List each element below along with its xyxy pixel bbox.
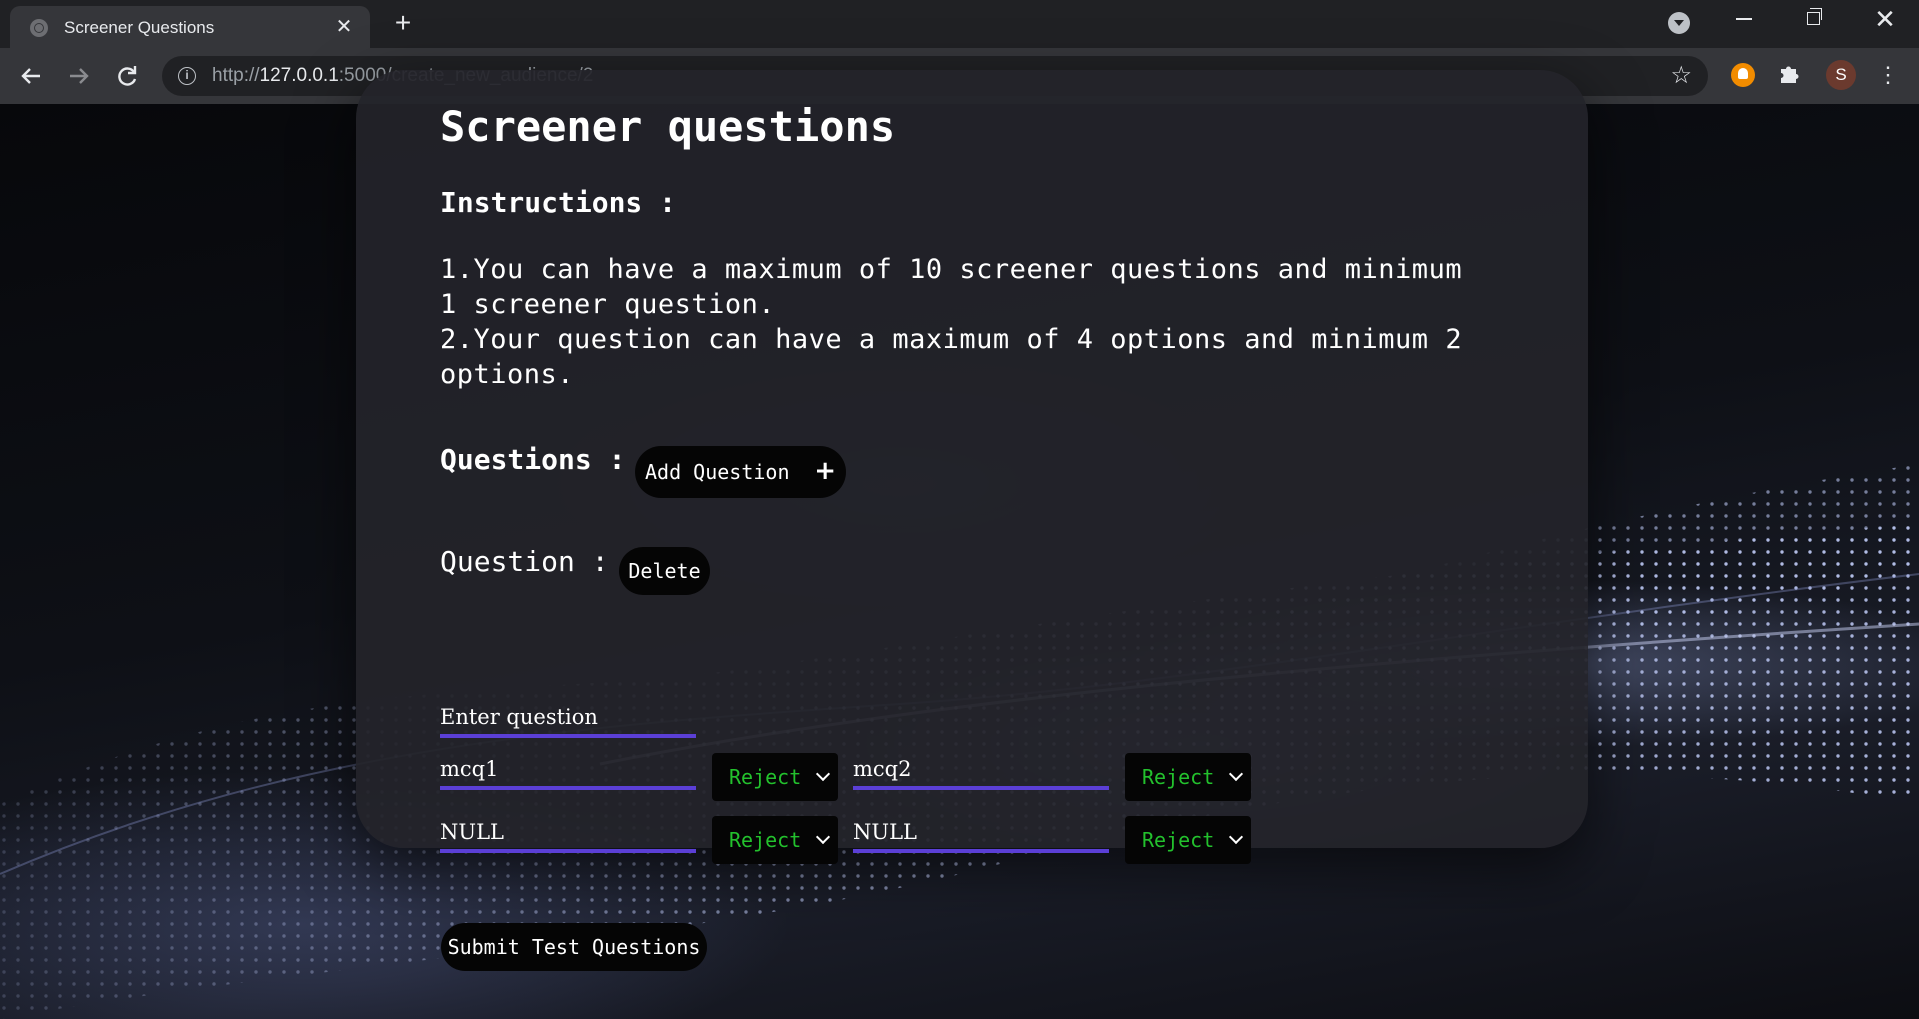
- restore-icon[interactable]: [1807, 8, 1822, 25]
- chevron-down-icon: [815, 829, 831, 845]
- select-value: Reject: [1142, 828, 1215, 852]
- option-status-select[interactable]: Reject: [712, 753, 838, 801]
- star-icon[interactable]: ☆: [1670, 62, 1692, 90]
- menu-icon[interactable]: ⋮: [1877, 58, 1899, 92]
- option-input[interactable]: [440, 817, 696, 853]
- avatar[interactable]: S: [1826, 60, 1856, 90]
- question-label: Question :: [440, 545, 609, 578]
- page-title: Screener questions: [440, 102, 896, 151]
- globe-icon: [30, 19, 48, 37]
- browser-tab[interactable]: Screener Questions ✕: [10, 6, 370, 48]
- instruction-line: 2.Your question can have a maximum of 4 …: [440, 324, 1463, 390]
- chevron-down-icon: [1228, 829, 1244, 845]
- instruction-line: 1.You can have a maximum of 10 screener …: [440, 254, 1463, 320]
- url-scheme: http://: [212, 65, 260, 86]
- tab-title: Screener Questions: [64, 18, 215, 37]
- select-value: Reject: [729, 765, 802, 789]
- option-input[interactable]: [853, 817, 1109, 853]
- instructions-heading: Instructions :: [440, 186, 677, 219]
- submit-test-questions-button[interactable]: Submit Test Questions: [441, 923, 707, 971]
- chevron-down-icon: [1228, 766, 1244, 782]
- back-arrow-icon[interactable]: [16, 61, 46, 91]
- option-input[interactable]: [440, 754, 696, 790]
- select-value: Reject: [729, 828, 802, 852]
- plus-icon[interactable]: +: [388, 9, 418, 39]
- window-close-icon[interactable]: ✕: [1872, 4, 1898, 34]
- close-icon[interactable]: ✕: [332, 15, 356, 39]
- reload-icon[interactable]: [112, 61, 142, 91]
- add-question-label: Add Question: [645, 460, 790, 484]
- browser-tab-bar: Screener Questions ✕ + ✕: [0, 0, 1919, 48]
- option-status-select[interactable]: Reject: [1125, 753, 1251, 801]
- puzzle-icon[interactable]: [1777, 60, 1803, 94]
- option-status-select[interactable]: Reject: [1125, 816, 1251, 864]
- url-host: 127.0.0.1: [259, 65, 339, 86]
- forward-arrow-icon[interactable]: [64, 61, 94, 91]
- option-input[interactable]: [853, 754, 1109, 790]
- plus-icon: +: [814, 456, 836, 486]
- bell-extension-icon[interactable]: [1731, 63, 1755, 87]
- delete-question-button[interactable]: Delete: [619, 547, 710, 595]
- question-input[interactable]: [440, 702, 696, 738]
- minimize-icon[interactable]: [1736, 18, 1752, 20]
- info-icon[interactable]: i: [178, 67, 196, 85]
- chevron-down-icon: [815, 766, 831, 782]
- tab-search-icon[interactable]: [1668, 12, 1690, 34]
- option-status-select[interactable]: Reject: [712, 816, 838, 864]
- questions-heading: Questions :: [440, 443, 626, 476]
- add-question-button[interactable]: Add Question +: [635, 446, 846, 498]
- select-value: Reject: [1142, 765, 1215, 789]
